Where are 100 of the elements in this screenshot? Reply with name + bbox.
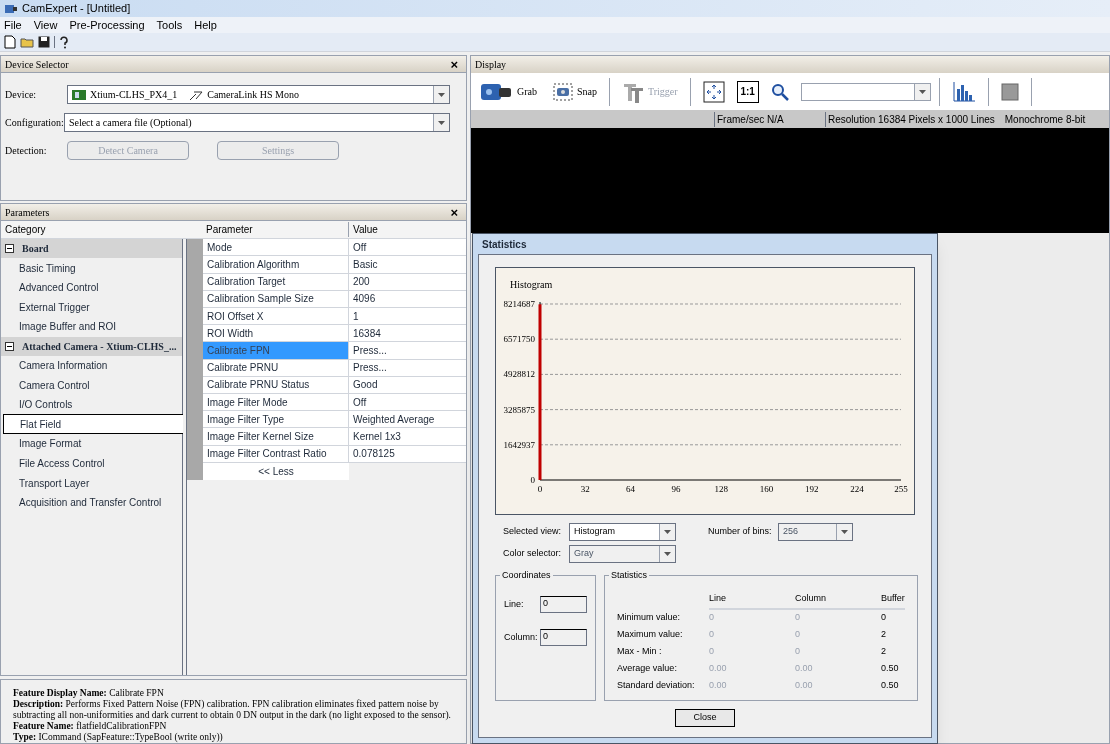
category-group[interactable]: Attached Camera - Xtium-CLHS_... [1,336,182,356]
x-tick-label: 128 [714,484,728,494]
description-text: Description: Performs Fixed Pattern Noise (FPN) calibration. FPN calibration eliminates fixed pattern noise by subtracting all non-uniformities and dark current to obtain 0 DN output in the dark (no light exposed to the sensor). [13,699,452,721]
category-item[interactable]: Basic Timing [3,258,182,278]
column-header: Line [709,592,727,605]
parameter-name-cell[interactable]: Mode [203,239,349,257]
y-tick-label: 4928812 [503,369,535,380]
category-item[interactable]: Transport Layer [3,473,182,493]
parameter-name-cell[interactable]: ROI Width [203,325,349,343]
stat-value: 0.50 [881,679,899,693]
save-icon[interactable] [38,36,50,48]
menu-item[interactable]: Tools [156,16,183,34]
close-button[interactable]: Close [675,709,735,727]
parameter-name-cell[interactable]: Calibration Algorithm [203,256,349,274]
fit-to-window-icon [702,80,725,103]
stat-label: Maximum value: [617,628,684,642]
field-label: Number of bins: [708,525,773,539]
stat-value: 2 [881,645,886,659]
stat-value: 0 [709,645,715,659]
field-label: Configuration: [5,116,64,130]
chart-title: Histogram [510,279,553,290]
category-item[interactable]: Camera Control [3,375,182,395]
parameter-name-cell[interactable]: Image Filter Kernel Size [203,428,349,446]
field-label: Detection: [5,144,48,158]
category-group[interactable]: Board [1,239,182,259]
menu-item[interactable]: Help [194,16,217,34]
parameter-value-cell[interactable]: Press... [349,342,466,360]
stat-value: 0 [795,645,801,659]
close-button[interactable]: × [446,57,462,71]
parameter-name-cell[interactable]: ROI Offset X [203,308,349,326]
status-text: Resolution 16384 Pixels x 1000 Lines [825,111,997,127]
parameter-value-cell[interactable]: Weighted Average [349,411,466,429]
x-tick-label: 255 [894,484,908,494]
stat-value: 0 [795,611,801,625]
view-dropdown[interactable]: Histogram [569,523,676,541]
field-label: Selected view: [503,525,563,539]
parameter-name-cell[interactable]: Calibrate FPN [203,342,349,360]
close-button[interactable]: × [446,205,462,219]
open-folder-icon[interactable] [20,36,34,48]
parameter-value-cell[interactable]: Kernel 1x3 [349,428,466,446]
stat-label: Average value: [617,662,678,676]
stat-label: Standard deviation: [617,679,696,693]
category-item[interactable]: File Access Control [3,453,182,474]
app-icon [4,2,18,15]
new-file-icon[interactable] [4,35,16,49]
category-item[interactable]: Acquisition and Transfer Control [3,492,182,513]
x-tick-label: 192 [805,484,819,494]
collapse-icon[interactable] [5,341,14,351]
parameter-value-cell[interactable]: 1 [349,308,466,326]
category-item[interactable]: External Trigger [3,297,182,318]
category-item[interactable]: I/O Controls [3,394,182,415]
configuration-dropdown[interactable]: Select a camera file (Optional) [63,113,450,132]
toolbar-button[interactable]: Snap [549,75,601,108]
column-header: Category [4,223,47,238]
menu-item[interactable]: File [4,16,22,34]
x-tick-label: 32 [580,484,590,494]
category-item[interactable]: Image Format [3,434,182,454]
category-item[interactable]: Advanced Control [3,277,182,298]
device-dropdown[interactable]: Xtium-CLHS_PX4_1 CameraLink HS Mono [67,85,450,104]
field-label: Column: [504,630,539,644]
field-label: Color selector: [503,547,563,561]
parameter-value-cell[interactable]: Basic [349,256,466,274]
menu-item[interactable]: View [33,16,58,34]
parameter-value-cell[interactable]: Off [349,239,466,257]
collapse-icon[interactable] [5,244,14,254]
board-icon [72,89,86,100]
dropdown-caret-icon[interactable] [433,114,449,131]
stat-value: 0 [795,628,801,642]
color-dropdown[interactable]: Gray [569,545,676,563]
parameter-value-cell[interactable]: 16384 [349,325,466,343]
line-field[interactable]: 0 [540,596,587,613]
snapshot-icon [553,82,573,101]
menu-item[interactable]: Pre-Processing [69,16,145,34]
column-field[interactable]: 0 [540,629,587,646]
x-tick-label: 64 [626,484,636,494]
dropdown-caret-icon[interactable] [433,86,449,103]
panel-title: Display [475,58,507,72]
bins-dropdown[interactable]: 256 [778,523,853,541]
window-title: CamExpert - [Untitled] [22,1,131,17]
stat-label: Minimum value: [617,611,682,625]
description-text: Type: ICommand (SapFeature::TypeBool (write only)) [13,732,224,743]
y-tick-label: 1642937 [503,439,535,450]
y-tick-label: 8214687 [503,299,535,309]
category-item[interactable]: Image Buffer and ROI [3,317,182,337]
x-tick-label: 160 [759,484,774,494]
field-label: Device: [5,88,38,102]
status-text: Monochrome 8-bit [1003,112,1086,127]
description-text: Feature Name: flatfieldCalibrationFPN [13,721,168,732]
x-tick-label: 0 [537,484,543,494]
toolbar-button[interactable]: Grab [475,75,541,108]
description-text: Feature Display Name: Calibrate FPN [13,688,165,699]
dropdown-caret-icon[interactable] [913,83,930,100]
actual-size-button[interactable]: 1:1 [736,80,759,103]
category-item[interactable]: Camera Information [3,355,182,376]
stat-value: 0.00 [795,679,814,693]
parameter-name-cell[interactable]: Image Filter Type [203,411,349,429]
x-tick-label: 224 [850,484,864,494]
category-item[interactable]: Flat Field [3,414,183,435]
dropdown-caret-icon[interactable] [659,524,675,540]
help-icon[interactable] [59,35,69,49]
